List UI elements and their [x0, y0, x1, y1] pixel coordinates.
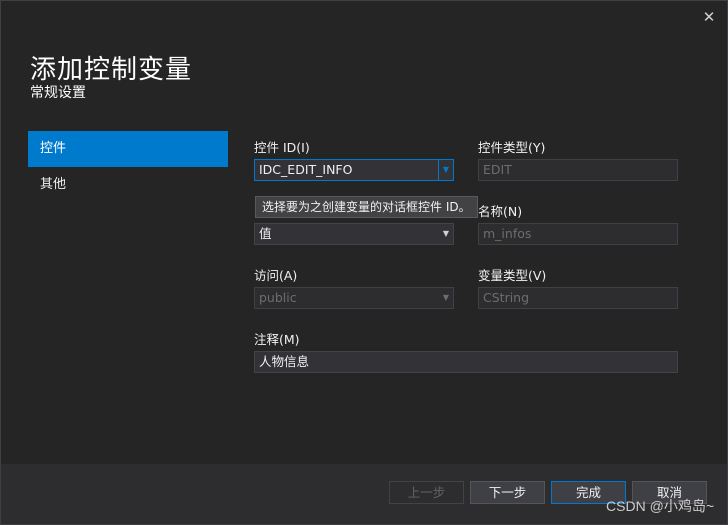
chevron-down-icon[interactable]: ▼	[438, 160, 453, 180]
comment-input[interactable]: 人物信息	[254, 351, 678, 373]
sidebar-nav: 控件 其他	[28, 131, 228, 203]
name-field: m_infos	[478, 223, 678, 245]
chevron-down-icon[interactable]: ▼	[439, 224, 453, 244]
variable-type-value: CString	[483, 290, 530, 305]
category-value: 值	[259, 226, 272, 241]
comment-label: 注释(M)	[254, 332, 300, 347]
dialog-subtitle: 常规设置	[30, 85, 86, 101]
access-label: 访问(A)	[254, 268, 298, 283]
control-id-tooltip: 选择要为之创建变量的对话框控件 ID。	[255, 196, 478, 218]
nav-item-other[interactable]: 其他	[28, 167, 228, 203]
comment-value: 人物信息	[259, 354, 310, 369]
next-button[interactable]: 下一步	[470, 481, 545, 504]
control-type-field: EDIT	[478, 159, 678, 181]
category-combobox[interactable]: 值 ▼	[254, 223, 454, 245]
access-value: public	[259, 290, 297, 305]
nav-item-control[interactable]: 控件	[28, 131, 228, 167]
variable-type-label: 变量类型(V)	[478, 268, 547, 283]
close-icon[interactable]: ✕	[701, 9, 717, 25]
prev-button: 上一步	[389, 481, 464, 504]
control-type-value: EDIT	[483, 162, 512, 177]
watermark: CSDN @小鸡岛~	[606, 498, 714, 514]
control-id-label: 控件 ID(I)	[254, 140, 310, 155]
variable-type-field: CString	[478, 287, 678, 309]
control-id-value: IDC_EDIT_INFO	[259, 162, 353, 177]
control-type-label: 控件类型(Y)	[478, 140, 546, 155]
control-id-combobox[interactable]: IDC_EDIT_INFO ▼	[254, 159, 454, 181]
add-control-variable-dialog: ✕ 添加控制变量 常规设置 控件 其他 控件 ID(I) IDC_EDIT_IN…	[0, 0, 728, 525]
name-label: 名称(N)	[478, 204, 523, 219]
chevron-down-icon: ▼	[442, 293, 450, 302]
access-combobox: public ▼	[254, 287, 454, 309]
name-value: m_infos	[483, 226, 532, 241]
dialog-title: 添加控制变量	[30, 55, 193, 85]
